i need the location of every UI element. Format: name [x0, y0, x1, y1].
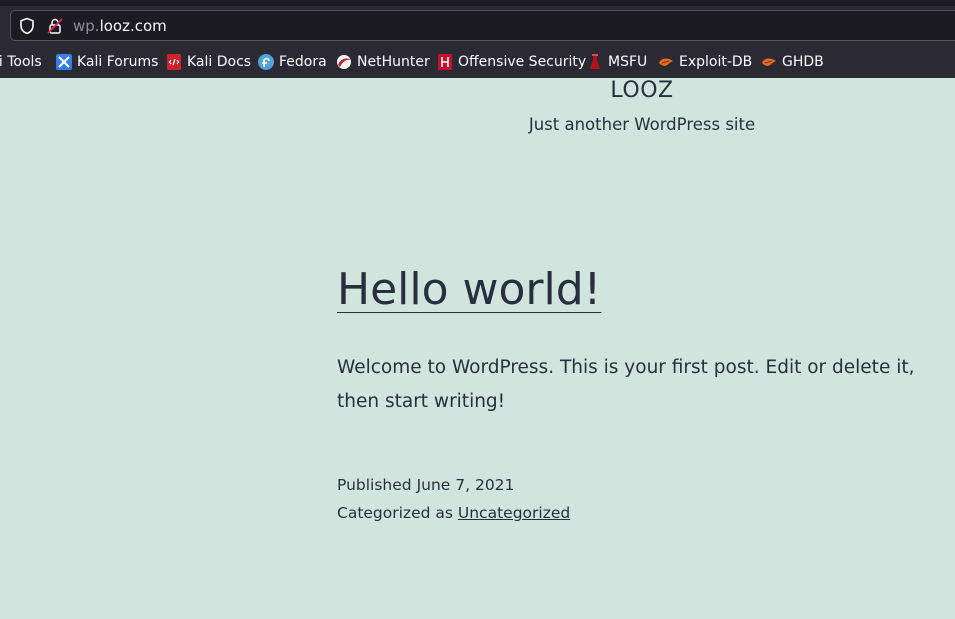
- fedora-icon: [258, 54, 274, 70]
- browser-chrome: wp.looz.com li Tools Kali Forums Kali Do…: [0, 0, 955, 78]
- shield-icon[interactable]: [19, 17, 35, 35]
- category-label: Categorized as: [337, 504, 453, 522]
- bookmark-kali-forums[interactable]: Kali Forums: [56, 52, 158, 72]
- bookmarks-toolbar: li Tools Kali Forums Kali Docs Fedora: [0, 48, 955, 75]
- site-description: Just another WordPress site: [528, 115, 756, 134]
- ghdb-icon: [762, 58, 776, 66]
- tab-strip: [0, 0, 955, 6]
- bookmark-exploit-db[interactable]: Exploit-DB: [658, 52, 752, 72]
- category-link[interactable]: Uncategorized: [458, 504, 570, 522]
- bookmark-kali-docs[interactable]: Kali Docs: [166, 52, 251, 72]
- category-line: Categorized as Uncategorized: [337, 499, 570, 527]
- url-text[interactable]: wp.looz.com: [73, 17, 167, 35]
- bookmark-label: Exploit-DB: [679, 54, 753, 70]
- bookmark-label: NetHunter: [357, 54, 430, 70]
- post-content: Welcome to WordPress. This is your first…: [337, 357, 915, 412]
- site-title[interactable]: LOOZ: [0, 78, 955, 103]
- insecure-lock-icon[interactable]: [47, 17, 63, 35]
- url-domain: looz.com: [99, 17, 167, 35]
- bookmark-fedora[interactable]: Fedora: [258, 52, 327, 72]
- bookmark-ghdb[interactable]: GHDB: [761, 52, 824, 72]
- bookmark-label: Offensive Security: [458, 54, 587, 70]
- kali-docs-icon: [167, 54, 181, 70]
- exploit-db-icon: [659, 58, 673, 66]
- address-bar[interactable]: wp.looz.com: [10, 10, 955, 41]
- bookmark-msfu[interactable]: MSFU: [587, 52, 647, 72]
- msfu-icon: [590, 54, 600, 69]
- bookmark-label: Kali Forums: [77, 54, 159, 70]
- bookmark-label: GHDB: [782, 54, 824, 70]
- published-line: Published June 7, 2021: [337, 471, 570, 499]
- bookmark-offensive-security[interactable]: Offensive Security: [437, 52, 586, 72]
- published-date: June 7, 2021: [416, 476, 515, 494]
- url-subdomain: wp.: [73, 17, 100, 35]
- post-title-link[interactable]: Hello world!: [337, 258, 601, 322]
- offensive-security-icon: [438, 54, 452, 70]
- bookmark-label: Fedora: [279, 54, 327, 70]
- bookmark-label: li Tools: [0, 54, 42, 70]
- bookmark-nethunter[interactable]: NetHunter: [336, 52, 430, 72]
- published-label: Published: [337, 476, 412, 494]
- post-meta: Published June 7, 2021 Categorized as Un…: [337, 471, 570, 527]
- nethunter-icon: [337, 55, 351, 69]
- kali-forums-icon: [56, 54, 72, 70]
- bookmark-kali-tools[interactable]: li Tools: [0, 52, 42, 72]
- bookmark-label: Kali Docs: [187, 54, 252, 70]
- bookmark-label: MSFU: [608, 54, 648, 70]
